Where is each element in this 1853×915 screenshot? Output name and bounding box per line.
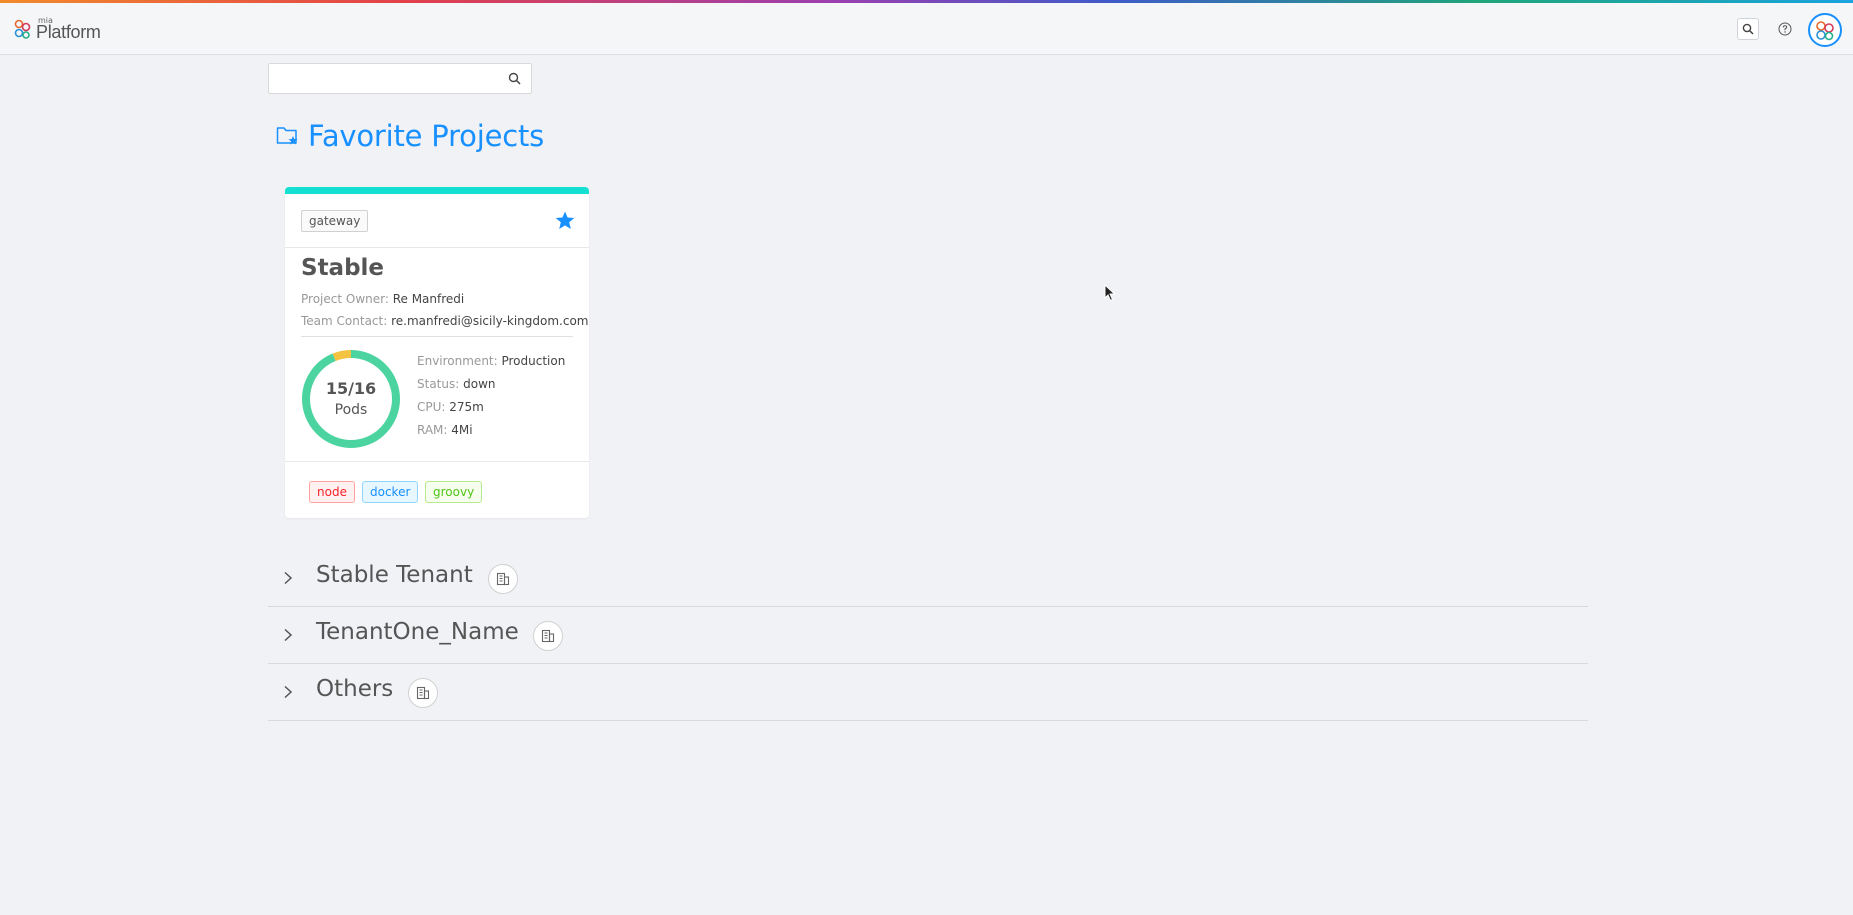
global-search-button[interactable] <box>1737 18 1759 40</box>
top-navbar: mia Platform <box>0 3 1853 55</box>
pods-donut-chart <box>302 350 400 448</box>
pods-count: 15/16 <box>325 379 377 398</box>
tech-tag-node: node <box>309 481 355 503</box>
cpu-value: 275m <box>449 400 484 414</box>
status-value: down <box>463 377 496 391</box>
env-label: Environment: <box>417 354 502 368</box>
contact-value: re.manfredi@sicily-kingdom.com <box>391 314 589 328</box>
user-avatar[interactable] <box>1808 13 1842 47</box>
tech-tag-docker: docker <box>362 481 419 503</box>
tenant-panel-stable-tenant[interactable]: Stable Tenant <box>268 550 1588 607</box>
card-footer: node docker groovy <box>285 461 589 518</box>
logo-mark-icon <box>14 19 31 39</box>
ram-stat: RAM: 4Mi <box>417 423 473 437</box>
tenant-info-button[interactable] <box>533 621 563 651</box>
tenant-name[interactable]: Others <box>316 676 393 702</box>
owner-label: Project Owner: <box>301 292 393 306</box>
ram-value: 4Mi <box>451 423 473 437</box>
tech-tag-groovy: groovy <box>425 481 483 503</box>
environment-stat: Environment: Production <box>417 354 565 368</box>
folder-star-icon <box>276 127 298 145</box>
pods-label: Pods <box>334 402 368 418</box>
project-name[interactable]: Stable <box>301 255 384 281</box>
owner-value: Re Manfredi <box>392 292 465 306</box>
mouse-cursor-icon <box>1104 284 1116 302</box>
tenant-info-button[interactable] <box>408 678 438 708</box>
tenant-info-button[interactable] <box>488 564 518 594</box>
status-label: Status: <box>417 377 464 391</box>
mia-platform-logo[interactable]: mia Platform <box>14 16 114 44</box>
card-divider <box>301 336 573 337</box>
building-icon <box>416 686 430 700</box>
tenant-panel-tenantone[interactable]: TenantOne_Name <box>268 607 1588 664</box>
avatar-logo-icon <box>1816 21 1834 41</box>
search-icon[interactable] <box>508 72 521 85</box>
ram-label: RAM: <box>417 423 452 437</box>
search-icon <box>1742 23 1754 35</box>
favorite-projects-heading: Favorite Projects <box>276 119 544 153</box>
env-value: Production <box>501 354 566 368</box>
building-icon <box>496 572 510 586</box>
chevron-right-icon[interactable] <box>283 571 293 585</box>
card-header: gateway <box>285 194 589 248</box>
building-icon <box>541 629 555 643</box>
question-icon <box>1778 22 1792 36</box>
contact-label: Team Contact: <box>301 314 392 328</box>
cpu-stat: CPU: 275m <box>417 400 484 414</box>
project-search-input[interactable] <box>269 64 489 93</box>
donut-ready-arc <box>302 350 400 448</box>
team-contact: Team Contact: re.manfredi@sicily-kingdom… <box>301 314 589 328</box>
project-search-box <box>268 63 532 94</box>
cpu-label: CPU: <box>417 400 450 414</box>
help-button[interactable] <box>1774 18 1796 40</box>
logo-main-text: Platform <box>36 22 101 42</box>
tenant-panel-others[interactable]: Others <box>268 664 1588 721</box>
status-stat: Status: down <box>417 377 496 391</box>
favorite-star-icon[interactable] <box>555 211 575 230</box>
page-title: Favorite Projects <box>308 119 545 153</box>
tenant-name[interactable]: Stable Tenant <box>316 562 473 588</box>
tenant-name[interactable]: TenantOne_Name <box>316 619 519 645</box>
project-tag: gateway <box>301 210 369 232</box>
chevron-right-icon[interactable] <box>283 685 293 699</box>
project-card[interactable]: gateway Stable Project Owner: Re Manfred… <box>285 187 589 518</box>
card-accent-bar <box>285 187 589 194</box>
project-owner: Project Owner: Re Manfredi <box>301 292 464 306</box>
chevron-right-icon[interactable] <box>283 628 293 642</box>
